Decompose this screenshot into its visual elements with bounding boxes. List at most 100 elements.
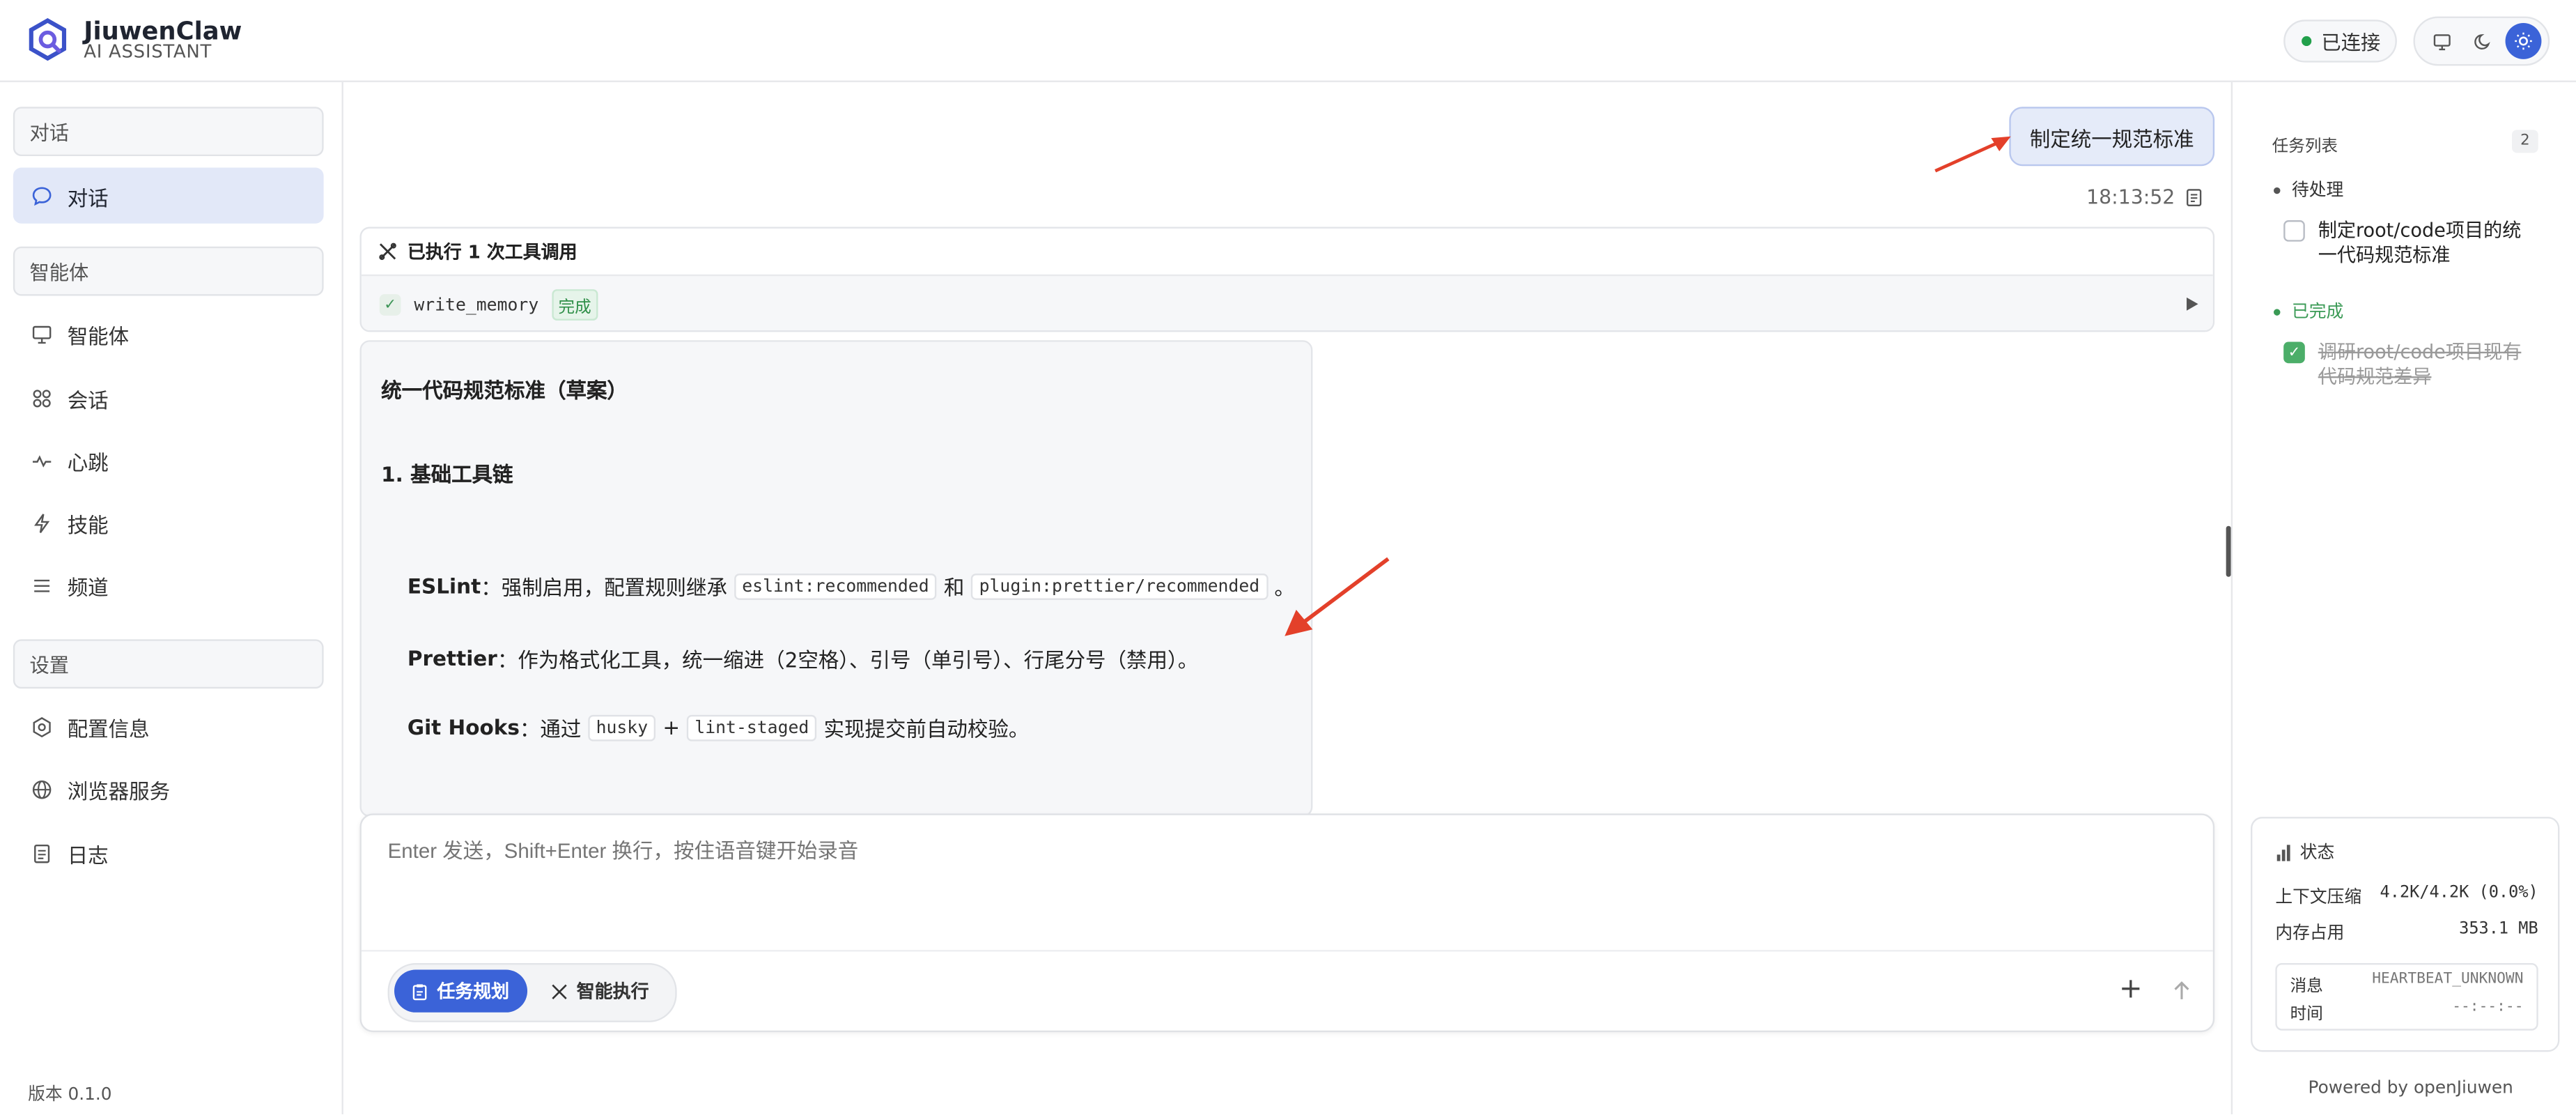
message-value: HEARTBEAT_UNKNOWN	[2372, 971, 2524, 988]
sidebar-section-agents: 智能体	[13, 246, 324, 296]
time-row: 时间 --:--:--	[2290, 999, 2524, 1024]
time-label: 时间	[2290, 1006, 2323, 1024]
task-checkbox[interactable]	[2283, 220, 2305, 242]
message-label: 消息	[2290, 978, 2323, 997]
bar-chart-icon	[2276, 844, 2290, 861]
monitor-icon[interactable]	[2423, 23, 2460, 59]
sidebar-item-heartbeat[interactable]: 心跳	[13, 432, 324, 488]
connection-status-badge: 已连接	[2283, 20, 2397, 63]
message-timestamp: 18:13:52	[2086, 185, 2175, 209]
list-icon	[34, 578, 50, 592]
githooks-text-end: 实现提交前自动校验。	[823, 716, 1030, 741]
and-text: 和	[943, 575, 965, 600]
section-heading: 1. 基础工具链	[381, 461, 513, 487]
message-input[interactable]	[384, 838, 2182, 865]
tool-call-header: 已执行 1 次工具调用	[362, 229, 2213, 275]
time-value: --:--:--	[2452, 999, 2524, 1016]
composer-divider	[361, 950, 2213, 952]
eslint-label: ESLint	[407, 574, 481, 599]
prettier-line: Prettier ：作为格式化工具，统一缩进（2空格）、引号（单引号）、行尾分号…	[408, 643, 1198, 674]
tool-call-panel: 已执行 1 次工具调用 ✓ write_memory 完成	[359, 226, 2215, 332]
sidebar-section-settings: 设置	[13, 639, 324, 689]
send-arrow-icon[interactable]	[2165, 973, 2198, 1006]
message-composer: 任务规划 智能执行 +	[359, 813, 2215, 1033]
prettier-label: Prettier	[407, 645, 497, 671]
connection-dot-icon	[2302, 36, 2312, 47]
sidebar-section-chat: 对话	[13, 107, 324, 157]
status-card: 状态 上下文压缩 4.2K/4.2K (0.0%) 内存占用 353.1 MB …	[2251, 817, 2560, 1052]
sidebar-item-label: 配置信息	[67, 716, 150, 741]
plus-icon[interactable]: +	[2114, 973, 2147, 1006]
task-planning-label: 任务规划	[437, 981, 510, 1003]
jiuwenclaw-logo-icon	[26, 17, 69, 61]
theme-switcher	[2413, 16, 2550, 66]
sidebar-item-agents[interactable]: 智能体	[13, 306, 324, 362]
check-icon: ✓	[379, 294, 401, 316]
sidebar-item-browser-service[interactable]: 浏览器服务	[13, 761, 324, 817]
message-row: 消息 HEARTBEAT_UNKNOWN	[2290, 971, 2524, 996]
moon-icon[interactable]	[2465, 23, 2501, 59]
expand-triangle-icon[interactable]	[2187, 297, 2198, 311]
chat-scrollbar[interactable]	[2226, 525, 2231, 577]
mode-switcher: 任务规划 智能执行	[387, 963, 677, 1022]
tool-status-badge: 完成	[552, 289, 598, 321]
sidebar-item-label: 技能	[67, 512, 109, 537]
task-planning-button[interactable]: 任务规划	[394, 969, 528, 1013]
heartbeat-box: 消息 HEARTBEAT_UNKNOWN 时间 --:--:--	[2275, 963, 2538, 1031]
chat-bubble-icon	[32, 186, 52, 205]
sidebar-item-logs[interactable]: 日志	[13, 825, 324, 881]
sidebar-item-skills[interactable]: 技能	[13, 495, 324, 551]
gear-icon	[33, 716, 51, 737]
lightning-icon	[34, 513, 50, 532]
plus-text: +	[662, 714, 681, 740]
githooks-line: Git Hooks ：通过 husky + lint-staged 实现提交前自…	[407, 712, 1030, 743]
app-subtitle: AI ASSISTANT	[84, 40, 212, 63]
task-item: 制定root/code项目的统一代码规范标准	[2318, 218, 2522, 267]
pending-label: 待处理	[2291, 180, 2344, 201]
context-row: 上下文压缩 4.2K/4.2K (0.0%)	[2275, 884, 2538, 909]
task-item-done: 调研root/code项目现有代码规范差异	[2318, 340, 2522, 388]
sidebar-item-sessions[interactable]: 会话	[13, 370, 324, 426]
user-message-bubble: 制定统一规范标准	[2009, 107, 2215, 167]
sidebar-item-label: 对话	[67, 185, 109, 210]
sidebar-item-label: 频道	[67, 574, 109, 599]
sun-icon[interactable]	[2505, 23, 2542, 59]
done-dot-icon	[2274, 308, 2281, 315]
tools-icon	[379, 243, 396, 261]
sidebar-item-label: 日志	[67, 842, 109, 868]
inline-code: lint-staged	[686, 714, 818, 741]
inline-code: husky	[587, 714, 656, 741]
sidebar-item-chat[interactable]: 对话	[13, 167, 324, 224]
tool-call-summary: 已执行 1 次工具调用	[407, 241, 577, 263]
sidebar: 对话 对话 智能体 智能体 会话 心跳 技能 频道 设置 配置信息 浏览器服务 …	[0, 82, 343, 1114]
pending-group-label: 待处理	[2274, 178, 2343, 202]
task-list-title: 任务列表	[2272, 138, 2338, 157]
doc-title: 统一代码规范标准（草案）	[381, 378, 628, 403]
tool-call-row[interactable]: ✓ write_memory 完成	[361, 274, 2213, 331]
pending-dot-icon	[2274, 186, 2281, 194]
context-value: 4.2K/4.2K (0.0%)	[2380, 884, 2538, 902]
memory-value: 353.1 MB	[2459, 920, 2538, 939]
done-label: 已完成	[2291, 302, 2344, 323]
sidebar-item-channels[interactable]: 频道	[13, 557, 324, 613]
status-header: 状态	[2275, 840, 2334, 864]
context-label: 上下文压缩	[2275, 887, 2362, 907]
sidebar-item-label: 智能体	[67, 323, 130, 348]
smart-execute-label: 智能执行	[576, 981, 649, 1003]
top-header	[0, 0, 2576, 82]
smart-execute-button[interactable]: 智能执行	[534, 969, 672, 1012]
done-group-label: 已完成	[2274, 299, 2343, 323]
powered-by: Powered by openJiuwen	[2308, 1078, 2513, 1098]
assistant-message: 统一代码规范标准（草案） 1. 基础工具链 ESLint ：强制启用，配置规则继…	[359, 340, 1313, 817]
memory-row: 内存占用 353.1 MB	[2275, 921, 2538, 945]
document-icon	[34, 843, 50, 863]
sidebar-item-label: 浏览器服务	[67, 778, 171, 803]
copy-icon[interactable]	[2185, 187, 2203, 212]
annotation-arrow-icon	[1285, 557, 1390, 636]
task-checkbox-checked[interactable]: ✓	[2283, 341, 2305, 364]
monitor-icon	[32, 325, 52, 344]
sidebar-item-config[interactable]: 配置信息	[13, 698, 324, 754]
githooks-label: Git Hooks	[407, 714, 520, 740]
sidebar-item-label: 心跳	[67, 449, 109, 475]
clipboard-icon	[412, 983, 427, 1000]
